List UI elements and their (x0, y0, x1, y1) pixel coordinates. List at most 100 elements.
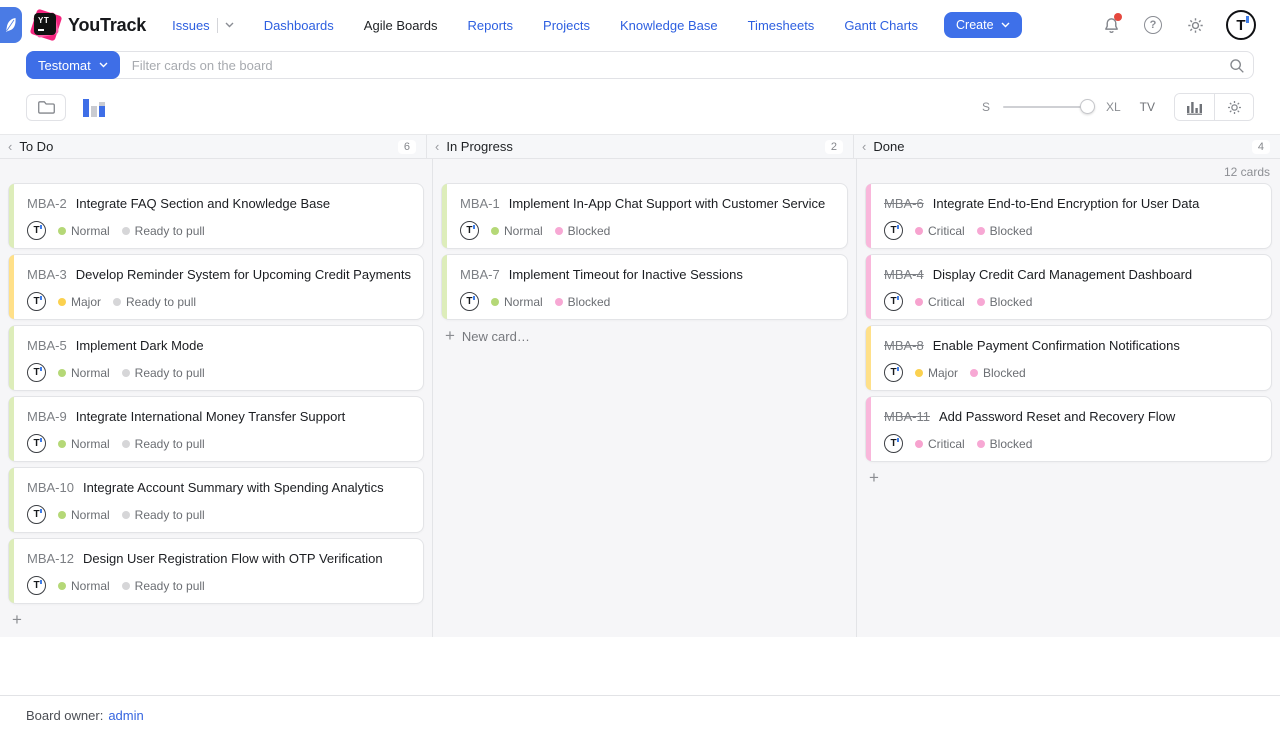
sprints-folder-button[interactable] (26, 94, 66, 121)
board-card[interactable]: MBA-8 Enable Payment Confirmation Notifi… (865, 325, 1272, 391)
priority-tag[interactable]: Normal (58, 508, 110, 522)
priority-tag[interactable]: Normal (58, 224, 110, 238)
board-owner-link[interactable]: admin (108, 708, 143, 723)
feather-extension-tab[interactable] (0, 7, 22, 43)
state-tag[interactable]: Ready to pull (122, 508, 205, 522)
collapse-column-icon[interactable]: ‹ (435, 139, 439, 154)
priority-tag[interactable]: Major (915, 366, 958, 380)
state-tag[interactable]: Ready to pull (122, 224, 205, 238)
card-title[interactable]: Enable Payment Confirmation Notification… (933, 338, 1180, 353)
nav-projects[interactable]: Projects (543, 18, 590, 33)
nav-timesheets[interactable]: Timesheets (748, 18, 815, 33)
card-id[interactable]: MBA-1 (460, 196, 500, 211)
settings-button[interactable] (1184, 14, 1206, 36)
priority-tag[interactable]: Normal (58, 437, 110, 451)
board-settings-button[interactable] (1214, 94, 1253, 120)
board-card[interactable]: MBA-9 Integrate International Money Tran… (8, 396, 424, 462)
card-id[interactable]: MBA-10 (27, 480, 74, 495)
card-id[interactable]: MBA-12 (27, 551, 74, 566)
priority-tag[interactable]: Major (58, 295, 101, 309)
nav-dashboards[interactable]: Dashboards (264, 18, 334, 33)
assignee-avatar[interactable]: T (884, 434, 903, 453)
card-title[interactable]: Integrate International Money Transfer S… (76, 409, 346, 424)
state-tag[interactable]: Blocked (977, 437, 1033, 451)
project-selector-button[interactable]: Testomat (26, 51, 120, 79)
user-avatar[interactable]: T (1226, 10, 1256, 40)
card-id[interactable]: MBA-2 (27, 196, 67, 211)
collapse-column-icon[interactable]: ‹ (8, 139, 12, 154)
assignee-avatar[interactable]: T (27, 434, 46, 453)
state-tag[interactable]: Blocked (555, 224, 611, 238)
search-button[interactable] (1219, 57, 1253, 74)
assignee-avatar[interactable]: T (884, 292, 903, 311)
card-id[interactable]: MBA-9 (27, 409, 67, 424)
assignee-avatar[interactable]: T (27, 363, 46, 382)
state-tag[interactable]: Blocked (555, 295, 611, 309)
card-title[interactable]: Add Password Reset and Recovery Flow (939, 409, 1175, 424)
card-title[interactable]: Display Credit Card Management Dashboard (933, 267, 1192, 282)
board-chart-toggle-button[interactable] (80, 94, 108, 121)
assignee-avatar[interactable]: T (27, 221, 46, 240)
board-card[interactable]: MBA-10 Integrate Account Summary with Sp… (8, 467, 424, 533)
assignee-avatar[interactable]: T (27, 576, 46, 595)
board-card[interactable]: MBA-1 Implement In-App Chat Support with… (441, 183, 848, 249)
card-id[interactable]: MBA-3 (27, 267, 67, 282)
priority-tag[interactable]: Normal (491, 224, 543, 238)
state-tag[interactable]: Ready to pull (122, 366, 205, 380)
assignee-avatar[interactable]: T (27, 292, 46, 311)
chart-view-button[interactable] (1175, 94, 1214, 120)
create-button[interactable]: Create (944, 12, 1022, 38)
assignee-avatar[interactable]: T (884, 363, 903, 382)
add-card-button[interactable] (865, 467, 879, 486)
board-card[interactable]: MBA-11 Add Password Reset and Recovery F… (865, 396, 1272, 462)
priority-tag[interactable]: Normal (58, 579, 110, 593)
priority-tag[interactable]: Critical (915, 437, 965, 451)
card-title[interactable]: Integrate FAQ Section and Knowledge Base (76, 196, 330, 211)
add-card-button[interactable] (8, 609, 22, 628)
nav-issues[interactable]: Issues (172, 18, 210, 33)
card-id[interactable]: MBA-7 (460, 267, 500, 282)
board-filter-input[interactable] (120, 58, 1219, 73)
card-id[interactable]: MBA-8 (884, 338, 924, 353)
state-tag[interactable]: Blocked (970, 366, 1026, 380)
state-tag[interactable]: Blocked (977, 295, 1033, 309)
add-card-button[interactable]: New card… (441, 325, 530, 344)
card-title[interactable]: Implement In-App Chat Support with Custo… (509, 196, 825, 211)
board-card[interactable]: MBA-6 Integrate End-to-End Encryption fo… (865, 183, 1272, 249)
help-button[interactable] (1142, 14, 1164, 36)
assignee-avatar[interactable]: T (460, 221, 479, 240)
nav-gantt-charts[interactable]: Gantt Charts (844, 18, 918, 33)
nav-reports[interactable]: Reports (468, 18, 514, 33)
board-card[interactable]: MBA-4 Display Credit Card Management Das… (865, 254, 1272, 320)
priority-tag[interactable]: Normal (491, 295, 543, 309)
priority-tag[interactable]: Normal (58, 366, 110, 380)
state-tag[interactable]: Ready to pull (113, 295, 196, 309)
nav-agile-boards[interactable]: Agile Boards (364, 18, 438, 33)
priority-tag[interactable]: Critical (915, 295, 965, 309)
nav-knowledge-base[interactable]: Knowledge Base (620, 18, 718, 33)
card-title[interactable]: Integrate Account Summary with Spending … (83, 480, 384, 495)
assignee-avatar[interactable]: T (27, 505, 46, 524)
card-id[interactable]: MBA-4 (884, 267, 924, 282)
state-tag[interactable]: Blocked (977, 224, 1033, 238)
board-card[interactable]: MBA-7 Implement Timeout for Inactive Ses… (441, 254, 848, 320)
card-title[interactable]: Develop Reminder System for Upcoming Cre… (76, 267, 411, 282)
youtrack-logo[interactable]: YT (32, 11, 60, 39)
assignee-avatar[interactable]: T (884, 221, 903, 240)
board-card[interactable]: MBA-12 Design User Registration Flow wit… (8, 538, 424, 604)
card-title[interactable]: Design User Registration Flow with OTP V… (83, 551, 383, 566)
card-id[interactable]: MBA-11 (884, 409, 930, 424)
card-size-slider[interactable] (1003, 106, 1093, 108)
card-id[interactable]: MBA-5 (27, 338, 67, 353)
board-card[interactable]: MBA-5 Implement Dark Mode T Normal Ready… (8, 325, 424, 391)
state-tag[interactable]: Ready to pull (122, 437, 205, 451)
state-tag[interactable]: Ready to pull (122, 579, 205, 593)
tv-mode-button[interactable]: TV (1140, 100, 1155, 114)
board-card[interactable]: MBA-2 Integrate FAQ Section and Knowledg… (8, 183, 424, 249)
priority-tag[interactable]: Critical (915, 224, 965, 238)
notifications-button[interactable] (1100, 14, 1122, 36)
board-card[interactable]: MBA-3 Develop Reminder System for Upcomi… (8, 254, 424, 320)
card-id[interactable]: MBA-6 (884, 196, 924, 211)
card-title[interactable]: Implement Dark Mode (76, 338, 204, 353)
card-title[interactable]: Implement Timeout for Inactive Sessions (509, 267, 743, 282)
